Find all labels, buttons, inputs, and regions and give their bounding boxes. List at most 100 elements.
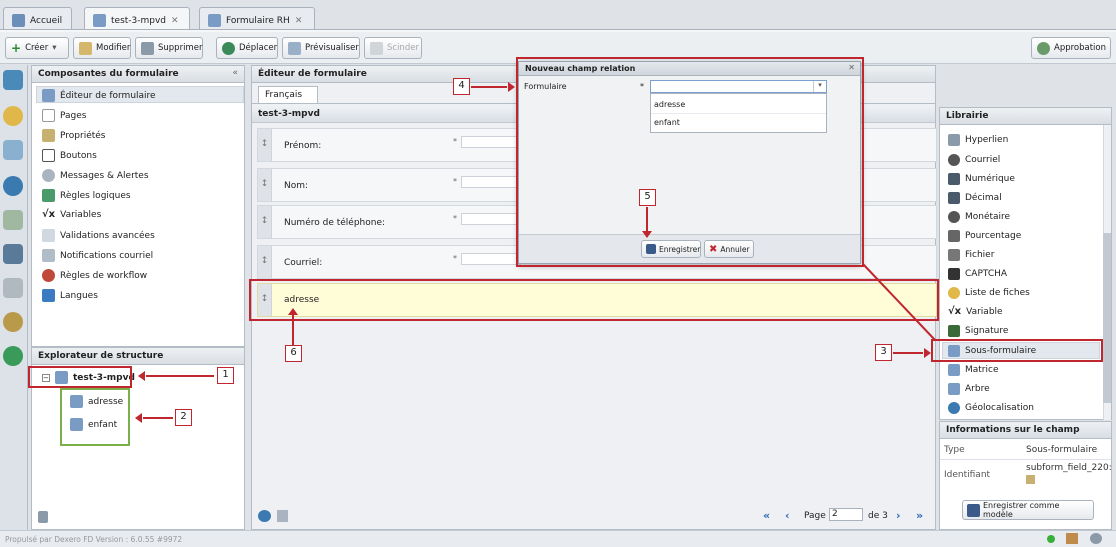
courriel-input[interactable] [461,253,521,265]
properties-icon [42,129,55,142]
chevron-down-icon[interactable]: ▾ [52,43,56,53]
component-item-rules[interactable]: Règles logiques [42,189,131,202]
sidebar-globe-icon[interactable] [3,176,23,196]
last-page-icon[interactable]: » [916,509,923,522]
preview-button[interactable]: Prévisualiser [282,37,360,59]
library-item-courriel[interactable]: Courriel [948,154,1000,166]
nom-input[interactable] [461,176,521,188]
page-icon [42,109,55,122]
footer-version: Propulsé par Dexero FD Version : 6.0.55 … [5,535,183,544]
tab-test-3-mpvd[interactable]: test-3-mpvd ✕ [84,7,190,29]
lang-tab-francais[interactable]: Français [258,86,318,103]
sidebar-forms-icon[interactable] [3,70,23,90]
sidebar-document-icon[interactable] [3,140,23,160]
library-item-fichier[interactable]: Fichier [948,249,994,261]
library-item-liste-de-fiches[interactable]: Liste de fiches [948,287,1030,299]
numeric-icon [948,173,960,185]
library-item-signature[interactable]: Signature [948,325,1008,337]
geo-icon [948,402,960,414]
library-item-monetaire[interactable]: Monétaire [948,211,1010,223]
captcha-icon [948,268,960,280]
page-label: Page [804,511,826,521]
component-item-buttons[interactable]: Boutons [42,149,97,162]
sidebar-search-icon[interactable] [3,312,23,332]
trash-icon [141,41,154,55]
file-icon [948,249,960,261]
library-item-hyperlien[interactable]: Hyperlien [948,134,1008,146]
component-item-properties[interactable]: Propriétés [42,129,105,142]
copy-icon[interactable] [1026,475,1035,484]
page-icon[interactable] [277,510,288,522]
component-item-notifications[interactable]: Notifications courriel [42,249,153,262]
signature-icon [948,325,960,337]
library-item-captcha[interactable]: CAPTCHA [948,268,1007,280]
callout-1: 1 [217,367,234,384]
sidebar-tools-icon[interactable] [3,278,23,298]
scroll-thumb[interactable] [1103,233,1111,403]
callout-5: 5 [639,189,656,206]
delete-button[interactable]: Supprimer [135,37,203,59]
component-item-variables[interactable]: √x Variables [42,209,101,220]
components-panel: Composantes du formulaire « Éditeur de f… [31,65,245,347]
component-item-workflow[interactable]: Règles de workflow [42,269,147,282]
telephone-input[interactable] [461,213,521,225]
library-item-matrice[interactable]: Matrice [948,364,999,376]
feedback-icon[interactable] [1066,533,1078,544]
save-as-model-button[interactable]: Enregistrer comme modèle [962,500,1094,520]
rules-icon [42,189,55,202]
decimal-icon [948,192,960,204]
tab-accueil[interactable]: Accueil [3,7,72,29]
library-item-numerique[interactable]: Numérique [948,173,1015,185]
callout-3: 3 [875,344,892,361]
component-item-editor[interactable]: Éditeur de formulaire [42,89,156,102]
prenom-input[interactable] [461,136,521,148]
callout-arrow-2 [135,413,173,423]
preview-icon [288,41,301,55]
move-button[interactable]: Déplacer [216,37,278,59]
prev-page-icon[interactable]: ‹ [785,509,790,522]
callout-arrow-6 [288,308,298,345]
percent-icon [948,230,960,242]
validation-icon [42,229,55,242]
sidebar-tag-icon[interactable] [3,106,23,126]
components-panel-title: Composantes du formulaire [32,66,244,83]
modify-button[interactable]: Modifier [73,37,131,59]
info-title: Informations sur le champ [940,422,1111,439]
next-page-icon[interactable]: › [896,509,901,522]
sidebar-chart-icon[interactable] [3,210,23,230]
drag-handle-icon[interactable]: ↕ [258,129,272,161]
library-item-arbre[interactable]: Arbre [948,383,990,395]
close-icon[interactable]: ✕ [295,16,303,26]
library-item-pourcentage[interactable]: Pourcentage [948,230,1021,242]
annotation-box-children [60,388,130,446]
component-item-messages[interactable]: Messages & Alertes [42,169,149,182]
annotation-box-dialog [516,57,864,267]
page-of-label: de 3 [868,511,888,521]
page-input[interactable]: 2 [829,508,863,521]
globe-icon[interactable] [258,510,271,522]
close-icon[interactable]: ✕ [171,16,179,26]
annotation-box-new-field [249,279,939,321]
trash-icon[interactable] [38,511,48,523]
drag-handle-icon[interactable]: ↕ [258,169,272,201]
component-item-validations[interactable]: Validations avancées [42,229,155,242]
settings-icon[interactable] [1090,533,1102,544]
library-item-decimal[interactable]: Décimal [948,192,1002,204]
collapse-icon[interactable]: « [232,68,238,78]
callout-arrow-1 [138,371,214,381]
first-page-icon[interactable]: « [763,509,770,522]
drag-handle-icon[interactable]: ↕ [258,246,272,278]
sidebar-server-icon[interactable] [3,244,23,264]
info-id-value: subform_field_220: [1026,463,1112,473]
approval-button[interactable]: Approbation [1031,37,1111,59]
library-item-geolocalisation[interactable]: Géolocalisation [948,402,1034,414]
tab-formulaire-rh[interactable]: Formulaire RH ✕ [199,7,315,29]
sidebar-map-icon[interactable] [3,346,23,366]
plus-icon: + [11,41,22,55]
component-item-languages[interactable]: Langues [42,289,98,302]
create-button[interactable]: + Créer ▾ [5,37,69,59]
component-item-pages[interactable]: Pages [42,109,86,122]
drag-handle-icon[interactable]: ↕ [258,206,272,238]
library-item-variable[interactable]: √x Variable [948,306,1003,317]
info-type-label: Type [944,445,965,455]
